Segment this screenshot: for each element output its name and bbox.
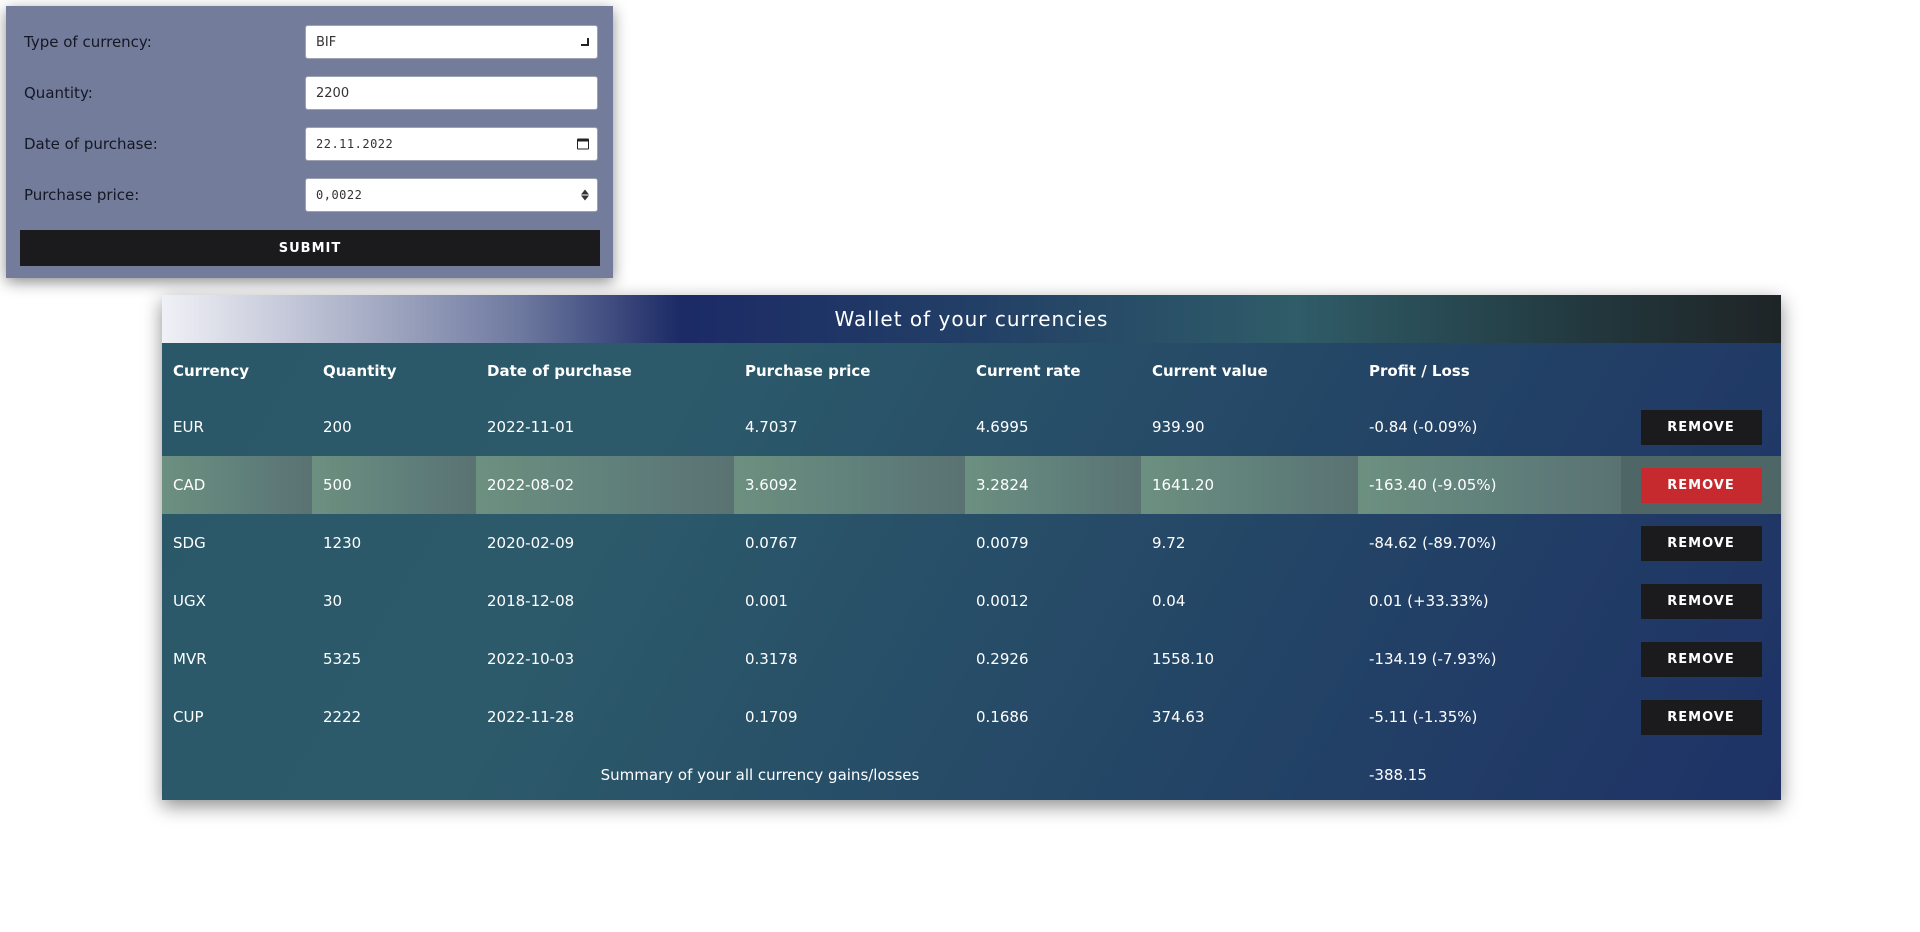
summary-empty-cell <box>1621 746 1781 804</box>
remove-button[interactable]: REMOVE <box>1640 641 1762 677</box>
cell-profit-loss: -5.11 (-1.35%) <box>1369 708 1478 726</box>
quantity-input[interactable]: 2200 <box>305 76 598 110</box>
spinner-icon[interactable] <box>581 189 589 201</box>
table-row: MVR 5325 2022-10-03 0.3178 0.2926 1558.1… <box>162 630 1781 688</box>
cell-current-rate: 0.0012 <box>976 592 1029 610</box>
cell-currency: MVR <box>173 650 207 668</box>
cell-current-rate: 0.2926 <box>976 650 1029 668</box>
submit-button[interactable]: SUBMIT <box>20 230 600 266</box>
cell-purchase-price: 4.7037 <box>745 418 798 436</box>
cell-purchase-price: 0.3178 <box>745 650 798 668</box>
cell-currency: EUR <box>173 418 204 436</box>
cell-profit-loss: -84.62 (-89.70%) <box>1369 534 1497 552</box>
chevron-down-icon <box>581 38 589 46</box>
cell-current-value: 1641.20 <box>1141 456 1358 514</box>
price-label: Purchase price: <box>24 186 140 204</box>
calendar-icon[interactable] <box>577 138 589 150</box>
cell-action: REMOVE <box>1621 572 1781 630</box>
cell-profit-loss: 0.01 (+33.33%) <box>1369 592 1489 610</box>
table-row: EUR 200 2022-11-01 4.7037 4.6995 939.90 … <box>162 398 1781 456</box>
header-currency: Currency <box>173 361 250 380</box>
price-row: Purchase price: 0,0022 <box>20 177 599 213</box>
cell-quantity: 1230 <box>323 534 362 552</box>
summary-row: Summary of your all currency gains/losse… <box>162 746 1781 804</box>
cell-quantity: 5325 <box>323 650 362 668</box>
cell-quantity: 200 <box>323 418 352 436</box>
cell-purchase-price: 0.1709 <box>745 708 798 726</box>
cell-date: 2018-12-08 <box>487 592 575 610</box>
currency-row: Type of currency: BIF <box>20 24 599 60</box>
wallet-title: Wallet of your currencies <box>162 295 1781 343</box>
cell-date: 2022-08-02 <box>476 456 734 514</box>
currency-select-value: BIF <box>316 34 337 50</box>
cell-action: REMOVE <box>1621 398 1781 456</box>
quantity-input-value: 2200 <box>316 85 350 101</box>
cell-current-value: 1558.10 <box>1152 650 1215 668</box>
table-header-row: Currency Quantity Date of purchase Purch… <box>162 343 1781 398</box>
date-input[interactable]: 22.11.2022 <box>305 127 598 161</box>
remove-button[interactable]: REMOVE <box>1640 525 1762 561</box>
date-label: Date of purchase: <box>24 135 158 153</box>
table-row: CAD 500 2022-08-02 3.6092 3.2824 1641.20… <box>162 456 1781 514</box>
purchase-form: Type of currency: BIF Quantity: 2200 Dat… <box>6 6 613 278</box>
cell-quantity: 30 <box>323 592 343 610</box>
table-row: CUP 2222 2022-11-28 0.1709 0.1686 374.63… <box>162 688 1781 746</box>
header-action <box>1621 343 1781 398</box>
cell-current-value: 374.63 <box>1152 708 1205 726</box>
currency-select[interactable]: BIF <box>305 25 598 59</box>
cell-profit-loss: -134.19 (-7.93%) <box>1369 650 1497 668</box>
cell-current-rate: 0.1686 <box>976 708 1029 726</box>
cell-current-value: 9.72 <box>1152 534 1186 552</box>
currency-label: Type of currency: <box>24 33 152 51</box>
quantity-label: Quantity: <box>24 84 93 102</box>
cell-action: REMOVE <box>1621 630 1781 688</box>
cell-profit-loss: -163.40 (-9.05%) <box>1358 456 1621 514</box>
cell-date: 2022-11-28 <box>487 708 575 726</box>
header-purchase-price: Purchase price <box>745 361 871 380</box>
cell-currency: SDG <box>173 534 206 552</box>
cell-current-rate: 4.6995 <box>976 418 1029 436</box>
remove-button[interactable]: REMOVE <box>1640 583 1762 619</box>
cell-profit-loss: -0.84 (-0.09%) <box>1369 418 1478 436</box>
cell-date: 2022-10-03 <box>487 650 575 668</box>
cell-currency: CUP <box>173 708 204 726</box>
quantity-row: Quantity: 2200 <box>20 75 599 111</box>
remove-button[interactable]: REMOVE <box>1640 467 1762 503</box>
table-row: UGX 30 2018-12-08 0.001 0.0012 0.04 0.01… <box>162 572 1781 630</box>
cell-quantity: 500 <box>312 456 476 514</box>
price-input-value: 0,0022 <box>316 188 363 202</box>
cell-currency: CAD <box>162 456 312 514</box>
cell-action: REMOVE <box>1621 514 1781 572</box>
wallet-panel: Wallet of your currencies Currency Quant… <box>162 295 1781 800</box>
cell-action: REMOVE <box>1621 456 1781 514</box>
remove-button[interactable]: REMOVE <box>1640 699 1762 735</box>
cell-current-rate: 0.0079 <box>976 534 1029 552</box>
price-input[interactable]: 0,0022 <box>305 178 598 212</box>
cell-current-value: 939.90 <box>1152 418 1205 436</box>
cell-currency: UGX <box>173 592 206 610</box>
cell-current-rate: 3.2824 <box>965 456 1141 514</box>
summary-label: Summary of your all currency gains/losse… <box>600 766 920 784</box>
wallet-table: Currency Quantity Date of purchase Purch… <box>162 343 1781 804</box>
header-current-value: Current value <box>1152 361 1268 380</box>
summary-value: -388.15 <box>1369 766 1427 784</box>
table-row: SDG 1230 2020-02-09 0.0767 0.0079 9.72 -… <box>162 514 1781 572</box>
cell-quantity: 2222 <box>323 708 362 726</box>
header-current-rate: Current rate <box>976 361 1081 380</box>
header-date: Date of purchase <box>487 361 632 380</box>
cell-purchase-price: 0.001 <box>745 592 788 610</box>
date-row: Date of purchase: 22.11.2022 <box>20 126 599 162</box>
remove-button[interactable]: REMOVE <box>1640 409 1762 445</box>
header-profit-loss: Profit / Loss <box>1369 361 1470 380</box>
cell-purchase-price: 0.0767 <box>745 534 798 552</box>
header-quantity: Quantity <box>323 361 397 380</box>
cell-current-value: 0.04 <box>1152 592 1186 610</box>
spinner-up-icon[interactable] <box>581 189 589 195</box>
cell-date: 2022-11-01 <box>487 418 575 436</box>
cell-date: 2020-02-09 <box>487 534 575 552</box>
date-input-value: 22.11.2022 <box>316 137 394 151</box>
cell-action: REMOVE <box>1621 688 1781 746</box>
cell-purchase-price: 3.6092 <box>734 456 965 514</box>
spinner-down-icon[interactable] <box>581 195 589 201</box>
